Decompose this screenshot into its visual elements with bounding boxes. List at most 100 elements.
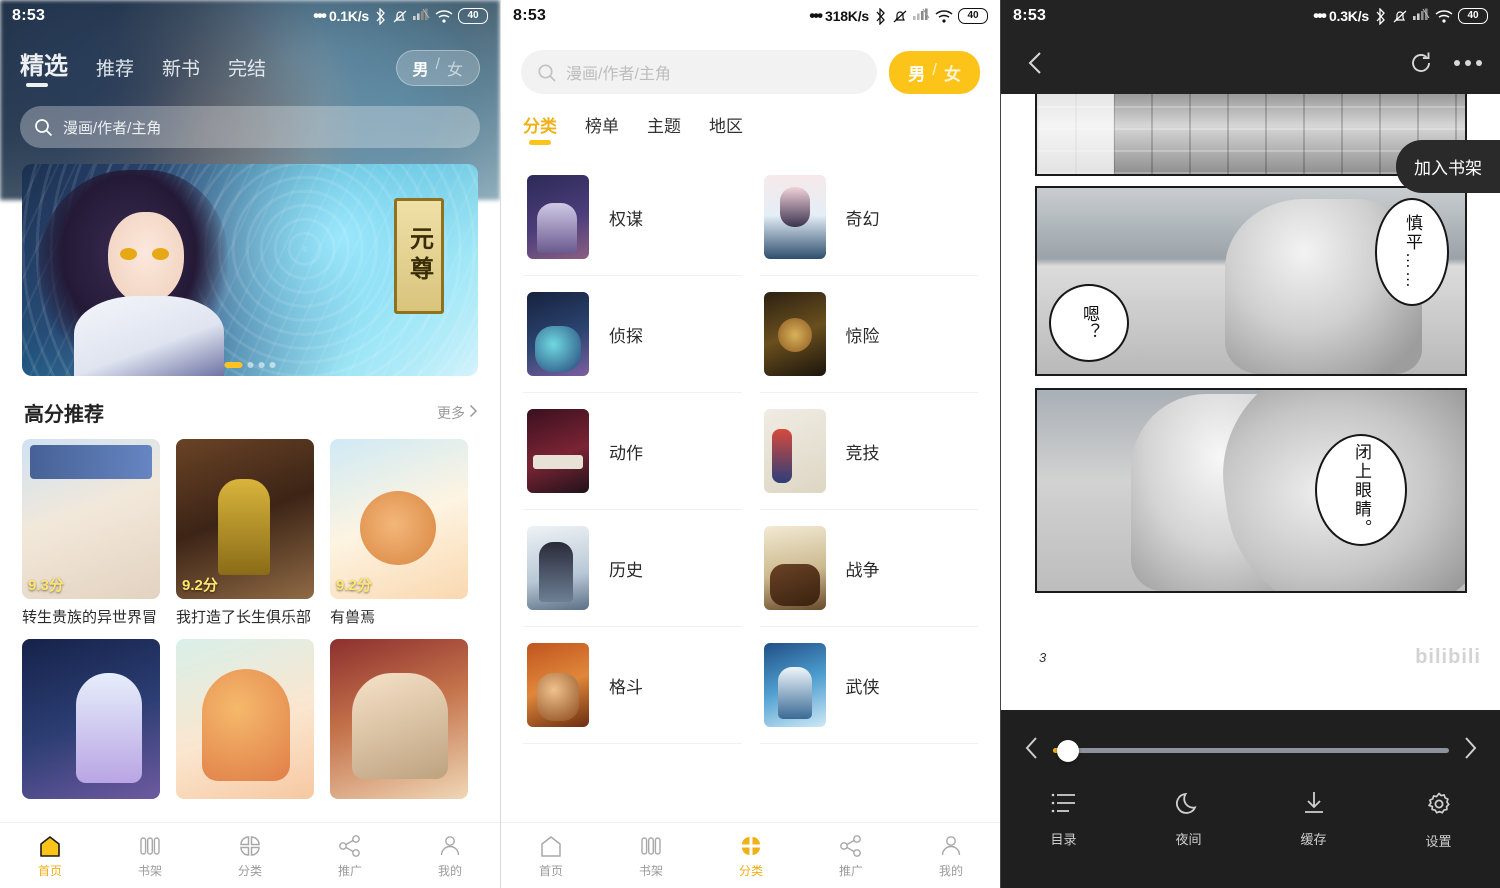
nav-item-category[interactable]: 分类 — [200, 833, 300, 879]
refresh-icon[interactable] — [1404, 46, 1438, 80]
chevron-right-icon[interactable] — [1461, 736, 1479, 765]
more-dot — [1476, 60, 1482, 66]
tab-diqu[interactable]: 地区 — [709, 112, 743, 147]
nav-label: 分类 — [237, 863, 262, 878]
banner-character-face — [108, 212, 184, 304]
gear-icon — [1426, 791, 1452, 822]
tool-catalog[interactable]: 目录 — [1001, 791, 1126, 850]
gender-male-option[interactable]: 男 — [413, 56, 429, 80]
add-to-bookshelf-button[interactable]: 加入书架 — [1396, 140, 1500, 193]
tab-xinshu[interactable]: 新书 — [162, 54, 200, 90]
category-item-zhanzheng[interactable]: 战争 — [759, 510, 978, 627]
book-card[interactable]: 9.3分 转生贵族的异世界冒 — [22, 439, 160, 627]
book-cover — [22, 639, 160, 799]
speech-bubble-bottom: 闭上眼睛。 — [1315, 434, 1407, 546]
mute-bell-icon — [892, 8, 908, 25]
status-network-speed: 0.3K/s — [1328, 8, 1369, 24]
bilibili-watermark: bilibili — [1415, 646, 1481, 668]
category-item-zhentan[interactable]: 侦探 — [523, 276, 742, 393]
tab-tuijian[interactable]: 推荐 — [96, 54, 134, 90]
nav-item-promotion[interactable]: 推广 — [801, 833, 901, 879]
book-card[interactable] — [176, 639, 314, 799]
nav-label: 我的 — [437, 863, 462, 878]
nav-item-promotion[interactable]: 推广 — [300, 833, 400, 879]
category-item-quanmou[interactable]: 权谋 — [523, 159, 742, 276]
nav-item-home[interactable]: 首页 — [0, 833, 100, 879]
moon-icon — [1175, 791, 1202, 820]
nav-item-category[interactable]: 分类 — [701, 833, 801, 879]
category-header: 漫画/作者/主角 男 / 女 — [501, 32, 1000, 94]
banner-pagination-dots[interactable] — [224, 362, 276, 368]
slider-knob[interactable] — [1056, 739, 1079, 762]
category-thumbnail — [527, 175, 589, 259]
category-item-qihuan[interactable]: 奇幻 — [759, 159, 978, 276]
nav-item-bookshelf[interactable]: 书架 — [601, 833, 701, 879]
tool-night-mode[interactable]: 夜间 — [1126, 791, 1251, 850]
section-more-link[interactable]: 更多 — [437, 403, 478, 423]
book-card[interactable]: 9.2分 有兽焉 — [330, 439, 468, 627]
page-slider[interactable] — [1053, 739, 1449, 762]
manga-panel-bottom: 闭上眼睛。 — [1035, 388, 1467, 593]
category-thumbnail — [763, 175, 826, 259]
status-dots-icon: ••• — [1313, 6, 1327, 25]
search-input[interactable]: 漫画/作者/主角 — [63, 117, 161, 138]
search-input[interactable]: 漫画/作者/主角 — [566, 60, 671, 84]
category-label: 权谋 — [609, 209, 643, 229]
signal-icon — [413, 6, 430, 26]
category-grid-icon — [237, 833, 263, 859]
search-icon — [34, 118, 53, 137]
nav-label: 推广 — [337, 863, 362, 878]
tab-fenlei[interactable]: 分类 — [523, 112, 557, 147]
category-item-dongzuo[interactable]: 动作 — [523, 393, 742, 510]
category-label: 奇幻 — [845, 209, 880, 229]
banner-dot[interactable] — [247, 362, 254, 368]
tab-jingxuan[interactable]: 精选 — [20, 46, 68, 90]
bottom-navigation: 首页 书架 分类 推广 我的 — [0, 822, 500, 888]
category-item-jingji[interactable]: 竞技 — [759, 393, 978, 510]
tool-label: 设置 — [1425, 834, 1452, 849]
hero-banner[interactable]: 元尊 — [22, 164, 478, 376]
gender-female-option[interactable]: 女 — [447, 56, 463, 80]
gender-toggle[interactable]: 男 / 女 — [889, 50, 980, 94]
back-chevron-icon[interactable] — [1019, 46, 1053, 80]
reader-top-bar — [1001, 32, 1500, 94]
category-thumbnail — [763, 643, 826, 727]
banner-dot[interactable] — [269, 362, 276, 368]
chevron-left-icon[interactable] — [1023, 736, 1041, 765]
category-item-gedou[interactable]: 格斗 — [523, 627, 742, 744]
book-card[interactable]: 9.2分 我打造了长生俱乐部 — [176, 439, 314, 627]
tab-zhuti[interactable]: 主题 — [647, 112, 681, 147]
more-dots-icon[interactable] — [1454, 60, 1482, 66]
category-list-wrap: 权谋 奇幻 侦探 惊险 动作 竞技 历史 战争 格斗 武侠 — [501, 147, 1000, 744]
tool-settings[interactable]: 设置 — [1376, 791, 1500, 850]
battery-icon: 40 — [458, 8, 488, 24]
tool-cache[interactable]: 缓存 — [1251, 791, 1376, 850]
tool-label: 缓存 — [1300, 832, 1327, 847]
nav-item-mine[interactable]: 我的 — [901, 833, 1000, 879]
book-card[interactable] — [22, 639, 160, 799]
three-phone-screenshots: 8:53 ••• 0.1K/s 40 精选 推荐 新书 完结 男 / 女 漫画/… — [0, 0, 1500, 888]
gender-toggle[interactable]: 男 / 女 — [395, 50, 480, 86]
category-item-wuxia[interactable]: 武侠 — [759, 627, 978, 744]
banner-dot[interactable] — [258, 362, 265, 368]
nav-item-home[interactable]: 首页 — [501, 833, 601, 879]
search-bar[interactable]: 漫画/作者/主角 — [20, 106, 480, 148]
book-cover — [176, 639, 314, 799]
wifi-icon — [435, 9, 453, 24]
book-card[interactable] — [330, 639, 468, 799]
book-cover: 9.2分 — [176, 439, 314, 599]
gender-female-option[interactable]: 女 — [944, 60, 961, 85]
tab-wanjie[interactable]: 完结 — [228, 54, 266, 90]
nav-item-bookshelf[interactable]: 书架 — [100, 833, 200, 879]
book-score: 9.3分 — [28, 577, 64, 594]
category-item-lishi[interactable]: 历史 — [523, 510, 742, 627]
search-bar[interactable]: 漫画/作者/主角 — [521, 50, 878, 94]
category-item-jingxian[interactable]: 惊险 — [759, 276, 978, 393]
category-thumbnail — [527, 409, 589, 493]
gender-separator: / — [932, 59, 937, 79]
tab-bangdan[interactable]: 榜单 — [585, 112, 619, 147]
gender-male-option[interactable]: 男 — [908, 60, 925, 85]
nav-item-mine[interactable]: 我的 — [400, 833, 500, 879]
status-time: 8:53 — [513, 7, 547, 24]
banner-dot-active[interactable] — [224, 362, 243, 368]
